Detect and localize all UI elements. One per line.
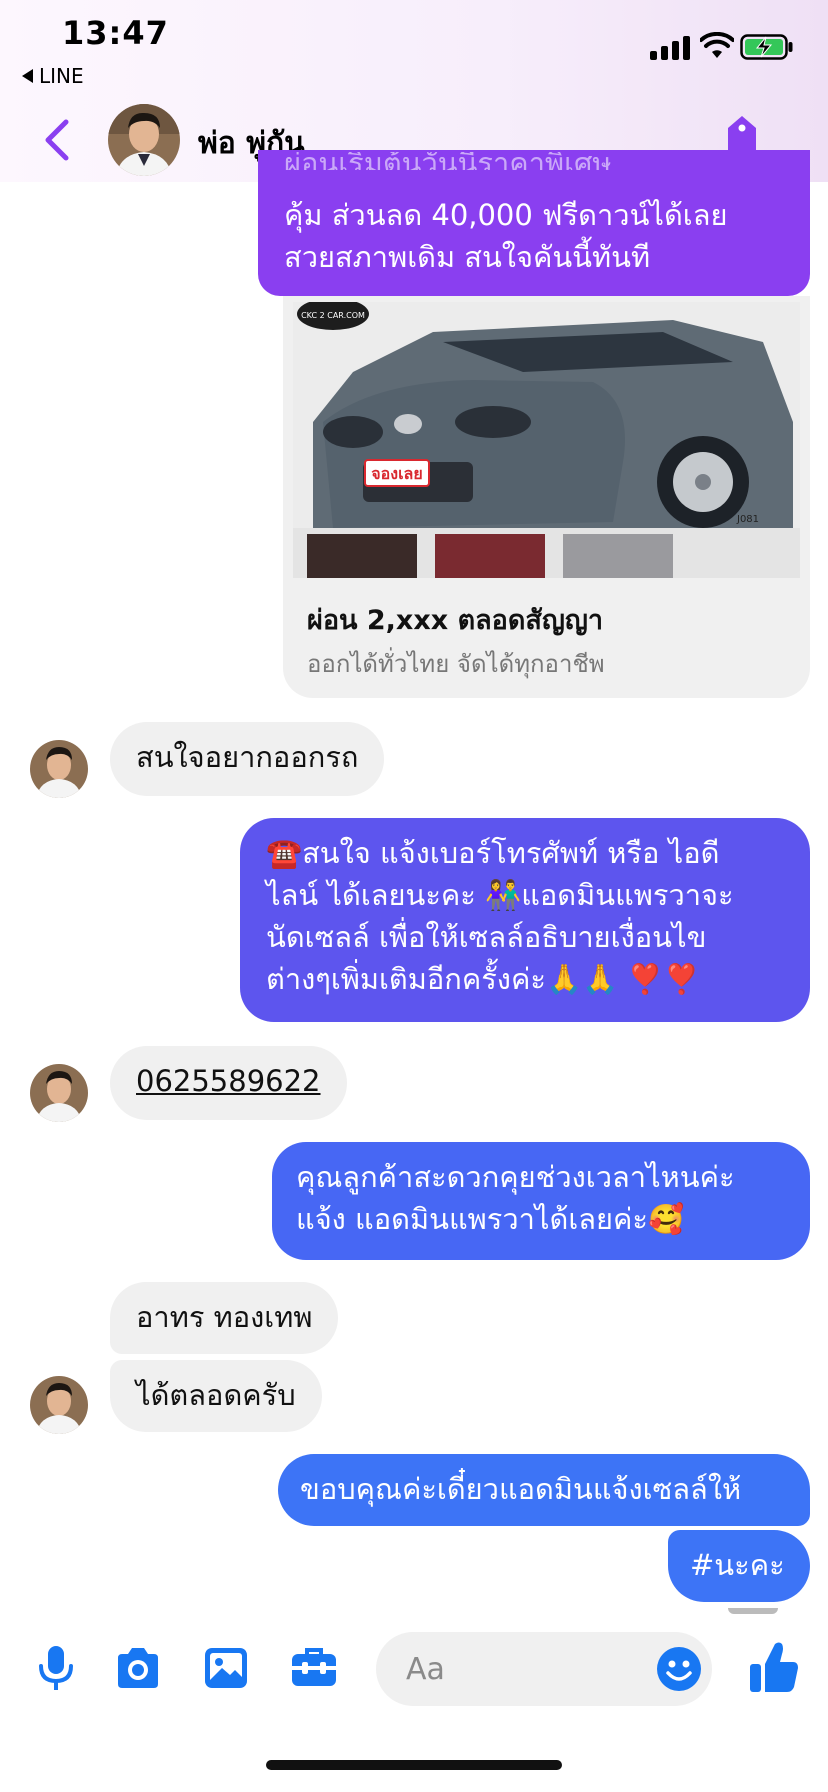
sender-avatar[interactable]: [30, 1064, 88, 1122]
message-line: แจ้ง แอดมินแพรวาได้เลยค่ะ🥰: [296, 1202, 685, 1236]
message-line: ต่างๆเพิ่มเติมอีกครั้งค่ะ🙏🙏 ❣️❣️: [266, 962, 700, 996]
car-code-text: J081: [736, 514, 759, 525]
outgoing-message[interactable]: ขอบคุณค่ะเดี๋ยวแอดมินแจ้งเซลล์ให้: [278, 1454, 810, 1526]
wifi-icon: [700, 32, 734, 58]
home-indicator: [266, 1760, 562, 1770]
incoming-message[interactable]: ได้ตลอดครับ: [110, 1360, 322, 1432]
status-time: 13:47: [62, 14, 169, 52]
outgoing-message[interactable]: #นะคะ: [668, 1530, 810, 1602]
back-to-app-link[interactable]: LINE: [22, 64, 84, 88]
message-line: นัดเซลล์ เพื่อให้เซลล์อธิบายเงื่อนไข: [266, 920, 707, 954]
incoming-message[interactable]: สนใจอยากออกรถ: [110, 722, 385, 796]
message-line: สวยสภาพเดิม สนใจคันนี้ทันที: [284, 240, 651, 274]
status-bar: 13:47 LINE: [0, 0, 828, 92]
phone-number-link[interactable]: 0625589622: [136, 1064, 321, 1098]
back-triangle-icon: [22, 69, 33, 83]
incoming-message[interactable]: อาทร ทองเทพ: [110, 1282, 339, 1354]
sender-avatar[interactable]: [30, 1376, 88, 1434]
outgoing-message[interactable]: ผ่อนเริ่มต้นวันนี้ราคาพิเศษ คุ้ม ส่วนลด …: [258, 150, 810, 296]
seen-indicator: [728, 1608, 778, 1614]
emoji-icon[interactable]: [656, 1646, 702, 1692]
mic-icon[interactable]: [32, 1644, 80, 1692]
message-line: คุณลูกค้าสะดวกคุยช่วงเวลาไหนค่ะ: [296, 1160, 735, 1194]
thumbs-up-icon[interactable]: [748, 1640, 800, 1694]
outgoing-message[interactable]: ☎️สนใจ แจ้งเบอร์โทรศัพท์ หรือ ไอดี ไลน์ …: [240, 818, 810, 1022]
cellular-signal-icon: [650, 36, 692, 60]
outgoing-message[interactable]: คุณลูกค้าสะดวกคุยช่วงเวลาไหนค่ะ แจ้ง แอด…: [272, 1142, 810, 1260]
car-badge-text: จองเลย: [371, 464, 422, 483]
gallery-icon[interactable]: [202, 1644, 250, 1692]
car-logo-text: CKC 2 CAR.COM: [301, 311, 365, 320]
message-line: คุ้ม ส่วนลด 40,000 ฟรีดาวน์ได้เลย: [284, 198, 728, 232]
back-app-label: LINE: [39, 64, 84, 88]
sender-avatar[interactable]: [30, 740, 88, 798]
battery-charging-icon: [740, 34, 793, 60]
link-card-subtitle: ออกได้ทั่วไทย จัดได้ทุกอาชีพ: [307, 650, 605, 678]
car-photo: จองเลย CKC 2 CAR.COM J081: [293, 302, 800, 578]
message-line: ☎️สนใจ แจ้งเบอร์โทรศัพท์ หรือ ไอดี: [266, 836, 720, 870]
chevron-left-icon[interactable]: [40, 118, 74, 162]
toolbox-icon[interactable]: [290, 1644, 338, 1692]
link-preview-card[interactable]: จองเลย CKC 2 CAR.COM J081 ผ่อน 2,xxx ตลอ…: [283, 296, 810, 698]
message-line: ไลน์ ได้เลยนะคะ 👫แอดมินแพรวาจะ: [266, 878, 734, 912]
contact-avatar[interactable]: [108, 104, 180, 176]
camera-icon[interactable]: [114, 1644, 162, 1692]
incoming-message-phone-link[interactable]: 0625589622: [110, 1046, 347, 1120]
clipped-text-line: ผ่อนเริ่มต้นวันนี้ราคาพิเศษ: [284, 152, 612, 170]
link-card-title: ผ่อน 2,xxx ตลอดสัญญา: [307, 605, 604, 636]
